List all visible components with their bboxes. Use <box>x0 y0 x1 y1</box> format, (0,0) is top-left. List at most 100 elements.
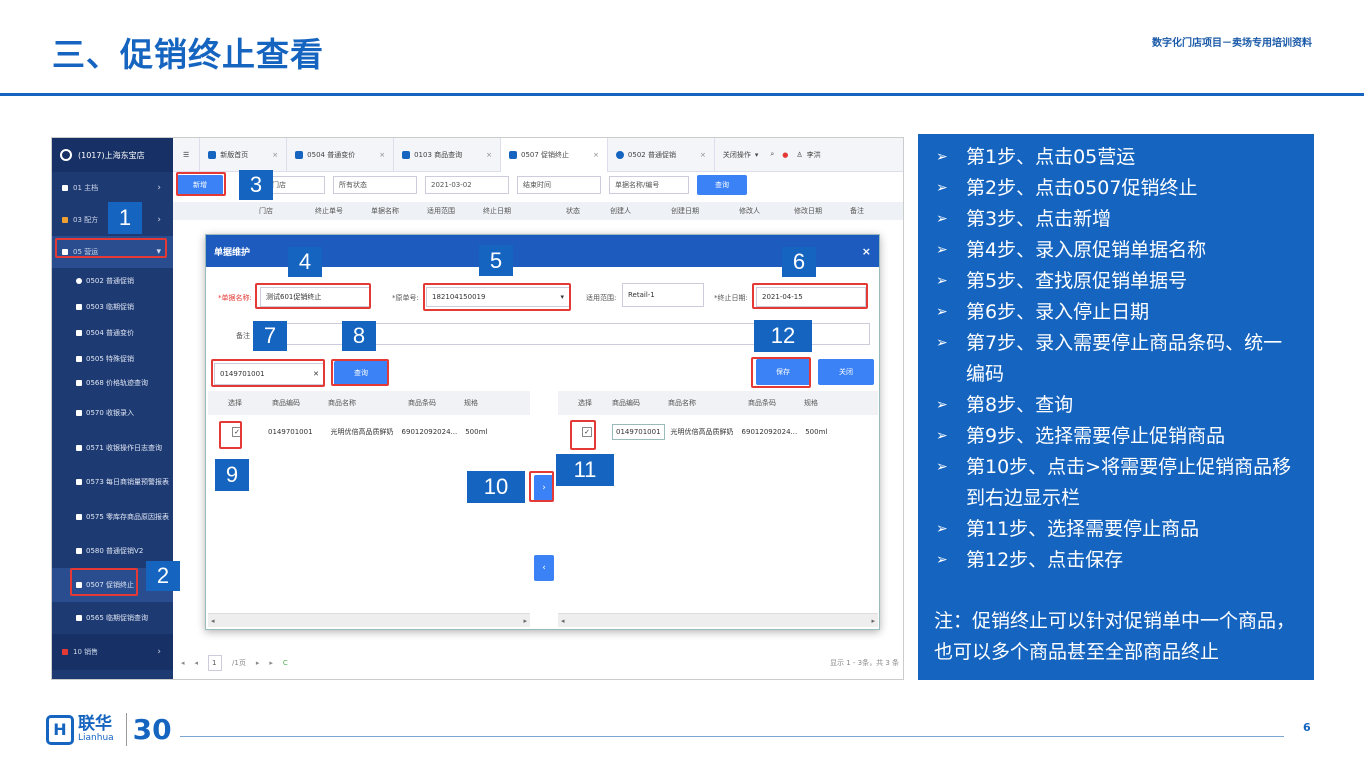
tab-label: 新版首页 <box>220 150 249 159</box>
end-date-input[interactable]: 结束时间 <box>517 176 601 194</box>
column-header: 规格 <box>464 399 478 407</box>
tag-icon <box>76 380 82 386</box>
sidebar-subitem[interactable]: 0573 每日商销量预警报表 <box>52 464 173 500</box>
column-header: 规格 <box>804 399 818 407</box>
filter-toolbar: 新增 请选择门店 所有状态 2021-03-02 结束时间 单据名称/编号 查询 <box>173 172 903 198</box>
pagination: ◂ ◂ 1 /1页 ▸ ▸ C 显示 1 - 3条，共 3 条 <box>173 645 903 679</box>
highlight-right-check <box>570 420 596 450</box>
column-header: 修改日期 <box>794 207 822 215</box>
column-header: 适用范围 <box>427 207 455 215</box>
sidebar-subitem[interactable]: 0570 收银录入 <box>52 394 173 432</box>
step-marker: 12 <box>754 320 812 352</box>
cell-name: 光明优倍高品质鲜奶 <box>330 428 394 436</box>
search-icon[interactable]: ⌕ <box>766 138 778 172</box>
page-input[interactable]: 1 <box>208 655 223 671</box>
database-icon <box>62 185 68 191</box>
close-icon[interactable]: × <box>862 245 871 258</box>
page-number: 6 <box>1303 721 1311 734</box>
move-left-button[interactable]: ‹ <box>534 555 554 581</box>
tag-icon <box>76 330 82 336</box>
close-icon[interactable]: × <box>700 151 706 159</box>
first-page-icon[interactable]: ◂ <box>181 659 185 667</box>
step-text: 第6步、录入停止日期 <box>966 301 1150 323</box>
prev-page-icon[interactable]: ◂ <box>195 659 199 667</box>
column-header: 商品编码 <box>612 399 640 407</box>
clock-icon <box>76 304 82 310</box>
tab-home[interactable]: 新版首页 × <box>200 138 288 172</box>
step-marker: 1 <box>108 202 142 234</box>
left-scrollbar[interactable]: ◂ ▸ <box>208 613 530 627</box>
step-item: ➢ 第2步、点击0507促销终止 <box>936 173 1197 204</box>
close-button[interactable]: 关闭 <box>818 359 874 385</box>
step-item: ➢ 第8步、查询 <box>936 390 1073 421</box>
column-header: 状态 <box>566 207 580 215</box>
sidebar-subitem[interactable]: 0571 收银操作日志查询 <box>52 432 173 464</box>
right-grid-row[interactable]: ✓ 0149701001 光明优倍高品质鲜奶 69012092024... 50… <box>558 419 878 445</box>
step-text: 第12步、点击保存 <box>966 549 1124 571</box>
arrow-bullet-icon: ➢ <box>936 335 948 351</box>
step-marker: 3 <box>239 170 273 200</box>
right-scrollbar[interactable]: ◂ ▸ <box>558 613 878 627</box>
step-text: 第10步、点击>将需要停止促销商品移到右边显示栏 <box>966 456 1292 509</box>
tab-price-change[interactable]: 0504 普通变价 × <box>287 138 395 172</box>
user-name: 李洪 <box>806 150 821 159</box>
steps-panel: ➢ 第1步、点击05营运 ➢ 第2步、点击0507促销终止 ➢ 第3步、点击新增 ➢ 第… <box>918 134 1314 680</box>
close-icon[interactable]: × <box>272 151 278 159</box>
sidebar-item-sales[interactable]: 10 销售 › <box>52 634 173 670</box>
tab-icon <box>295 150 304 159</box>
cell-name: 光明优倍高品质鲜奶 <box>670 428 734 436</box>
doc-search-input[interactable]: 单据名称/编号 <box>609 176 689 194</box>
tab-icon <box>615 150 624 159</box>
anniversary-mark: 30 <box>125 713 172 746</box>
column-header: 终止日期 <box>483 207 511 215</box>
last-page-icon[interactable]: ▸ <box>269 659 273 667</box>
tab-icon <box>402 150 411 159</box>
close-ops-menu[interactable]: 关闭操作 ▾ <box>715 138 767 172</box>
column-header: 商品条码 <box>748 399 776 407</box>
highlight-promo-end <box>70 568 138 596</box>
sidebar-subitem[interactable]: 0568 价格轨迹查询 <box>52 372 173 394</box>
sidebar-subitem[interactable]: 0503 临期促销 <box>52 294 173 320</box>
bell-icon[interactable]: ● <box>778 138 792 172</box>
sidebar-subitem[interactable]: 0504 普通变价 <box>52 320 173 346</box>
tag-icon <box>76 548 82 554</box>
user-menu[interactable]: ♙ 李洪 <box>792 138 824 172</box>
close-icon[interactable]: × <box>379 151 385 159</box>
scroll-right-icon: ▸ <box>523 616 527 625</box>
tab-product-query[interactable]: 0103 商品查询 × <box>394 138 501 172</box>
sidebar-subitem[interactable]: 0505 特殊促销 <box>52 346 173 372</box>
sidebar-item-label: 01 主档 <box>73 184 99 192</box>
column-header: 商品名称 <box>328 399 356 407</box>
tab-promo[interactable]: 0502 普通促销 × <box>608 138 715 172</box>
sidebar-subitem[interactable]: 0575 零库存商品原因报表 <box>52 500 173 534</box>
left-grid-row[interactable]: ✓ 0149701001 光明优倍高品质鲜奶 69012092024... 50… <box>208 419 530 445</box>
tab-promo-end[interactable]: 0507 促销终止 × <box>501 138 608 172</box>
cell-code[interactable]: 0149701001 <box>612 424 665 440</box>
step-marker: 7 <box>253 321 287 351</box>
query-button[interactable]: 查询 <box>697 175 747 195</box>
sidebar-item-master[interactable]: 01 主档 › <box>52 172 173 204</box>
column-header: 创建人 <box>610 207 631 215</box>
arrow-bullet-icon: ➢ <box>936 304 948 320</box>
step-item: ➢ 第7步、录入需要停止商品条码、统一编码 <box>936 328 1306 390</box>
sidebar-subitem-label: 0575 零库存商品原因报表 <box>86 513 170 521</box>
sidebar-subitem[interactable]: 0565 临期促销查询 <box>52 602 173 634</box>
close-icon[interactable]: × <box>486 151 492 159</box>
status-select[interactable]: 所有状态 <box>333 176 417 194</box>
sidebar-subitem-label: 0570 收银录入 <box>86 409 135 417</box>
next-page-icon[interactable]: ▸ <box>256 659 260 667</box>
highlight-doc-name <box>255 283 371 309</box>
close-icon[interactable]: × <box>593 151 599 159</box>
step-item: ➢ 第4步、录入原促销单据名称 <box>936 235 1206 266</box>
arrow-bullet-icon: ➢ <box>936 211 948 227</box>
scope-input[interactable]: Retail-1 <box>622 283 704 307</box>
sidebar-subitem-label: 0505 特殊促销 <box>86 355 135 363</box>
menu-icon[interactable]: ☰ <box>173 138 201 172</box>
refresh-icon[interactable]: C <box>283 659 288 667</box>
sidebar-subitem[interactable]: 0502 普通促销 <box>52 268 173 294</box>
footer-divider <box>180 736 1284 737</box>
start-date-input[interactable]: 2021-03-02 <box>425 176 509 194</box>
step-item: ➢ 第5步、查找原促销单据号 <box>936 266 1187 297</box>
column-header: 商品条码 <box>408 399 436 407</box>
highlight-orig-no <box>423 283 571 311</box>
